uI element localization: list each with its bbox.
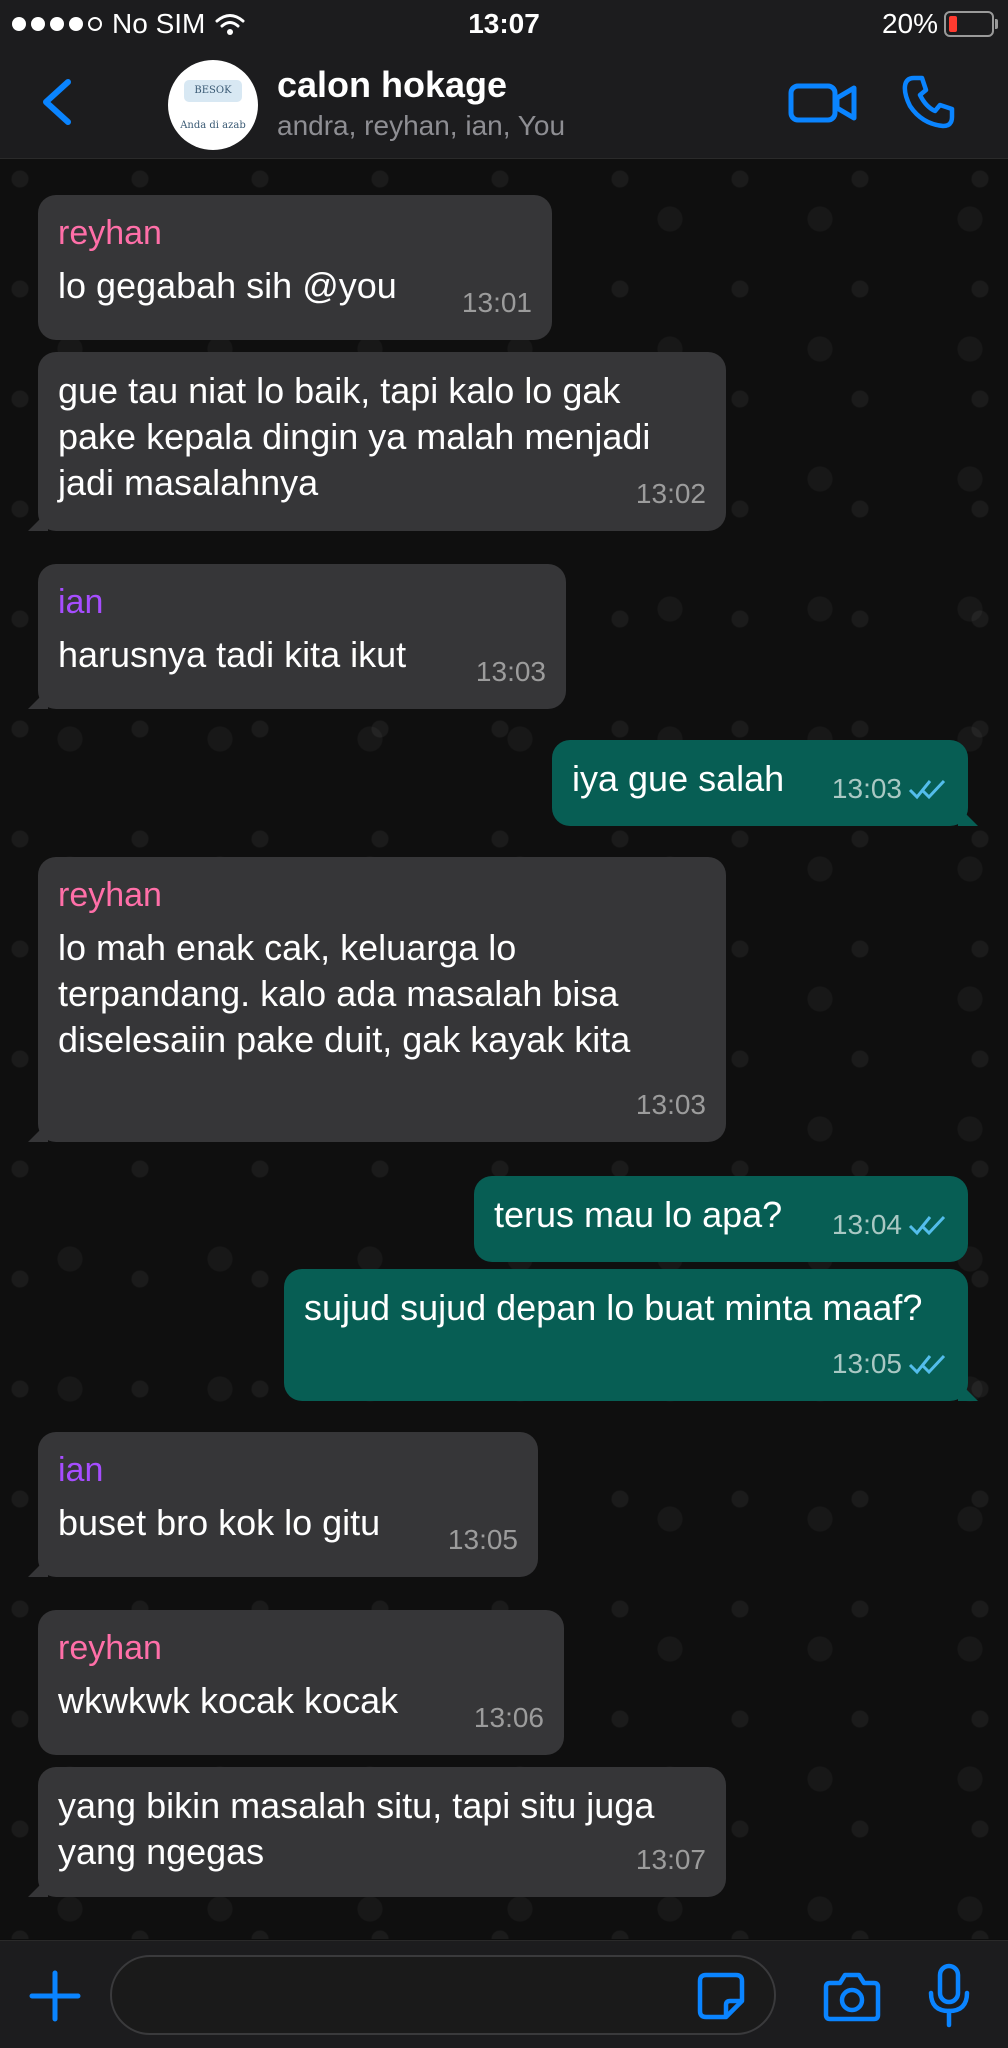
message-text: gue tau niat lo baik, tapi kalo lo gak p… [58,370,651,503]
double-check-icon [908,1354,946,1375]
message-time: 13:01 [461,287,532,318]
message-bubble-incoming[interactable]: reyhan lo gegabah sih @you 13:01 [38,195,552,340]
battery-percent: 20% [881,8,938,39]
message-text: wkwkwk kocak kocak [58,1680,399,1721]
battery-level-fill [949,16,957,32]
message-time: 13:03 [635,1089,706,1120]
message-time: 13:02 [635,478,706,509]
group-members[interactable]: andra, reyhan, ian, You [277,110,565,142]
group-title[interactable]: calon hokage [277,64,507,106]
message-time: 13:05 [832,1341,948,1387]
video-camera-icon[interactable] [788,78,858,128]
message-time: 13:04 [832,1202,948,1248]
message-text: lo gegabah sih @you [58,265,397,306]
status-bar-right: 20% [881,8,998,40]
message-bubble-outgoing[interactable]: sujud sujud depan lo buat minta maaf? 13… [284,1269,968,1401]
message-text: lo mah enak cak, keluarga lo terpandang.… [58,927,631,1060]
whatsapp-chat-screen: No SIM 13:07 20% BESOK Anda di azab calo… [0,0,1008,2048]
double-check-icon [908,1215,946,1236]
message-composer-bar [0,1940,1008,2048]
status-bar-time: 13:07 [468,8,540,39]
message-time: 13:07 [635,1844,706,1875]
message-sender: reyhan [58,214,162,252]
microphone-icon[interactable] [926,1963,972,2029]
avatar-top-text: BESOK [184,80,242,102]
camera-icon[interactable] [822,1969,882,2023]
message-input[interactable] [110,1955,776,2035]
message-time: 13:03 [832,766,948,812]
message-time: 13:06 [473,1702,544,1733]
message-bubble-outgoing[interactable]: terus mau lo apa? 13:04 [474,1176,968,1262]
message-sender: reyhan [58,1629,162,1667]
message-sender: reyhan [58,876,162,914]
battery-icon [944,11,998,37]
message-bubble-incoming[interactable]: reyhan wkwkwk kocak kocak 13:06 [38,1610,564,1755]
avatar-caption: Anda di azab [180,120,246,131]
message-time: 13:03 [475,656,546,687]
message-text: sujud sujud depan lo buat minta maaf? [304,1287,923,1328]
message-sender: ian [58,583,104,621]
message-bubble-incoming[interactable]: ian harusnya tadi kita ikut 13:03 [38,564,566,709]
message-sender: ian [58,1451,104,1489]
message-bubble-incoming[interactable]: gue tau niat lo baik, tapi kalo lo gak p… [38,352,726,531]
message-bubble-outgoing[interactable]: iya gue salah 13:03 [552,740,968,826]
message-bubble-incoming[interactable]: ian buset bro kok lo gitu 13:05 [38,1432,538,1577]
status-bar: No SIM 13:07 20% [0,0,1008,48]
double-check-icon [908,779,946,800]
chat-header: BESOK Anda di azab calon hokage andra, r… [0,48,1008,159]
message-bubble-incoming[interactable]: yang bikin masalah situ, tapi situ juga … [38,1767,726,1897]
group-avatar[interactable]: BESOK Anda di azab [168,60,258,150]
message-text: harusnya tadi kita ikut [58,634,407,675]
sticker-icon[interactable] [696,1971,746,2021]
message-time: 13:05 [447,1524,518,1555]
plus-icon[interactable] [28,1969,82,2023]
chat-messages-area[interactable]: reyhan lo gegabah sih @you 13:01 gue tau… [0,159,1008,1939]
back-chevron-icon[interactable] [34,74,84,130]
message-bubble-incoming[interactable]: reyhan lo mah enak cak, keluarga lo terp… [38,857,726,1142]
message-text: yang bikin masalah situ, tapi situ juga … [58,1785,655,1872]
phone-icon[interactable] [900,74,956,130]
